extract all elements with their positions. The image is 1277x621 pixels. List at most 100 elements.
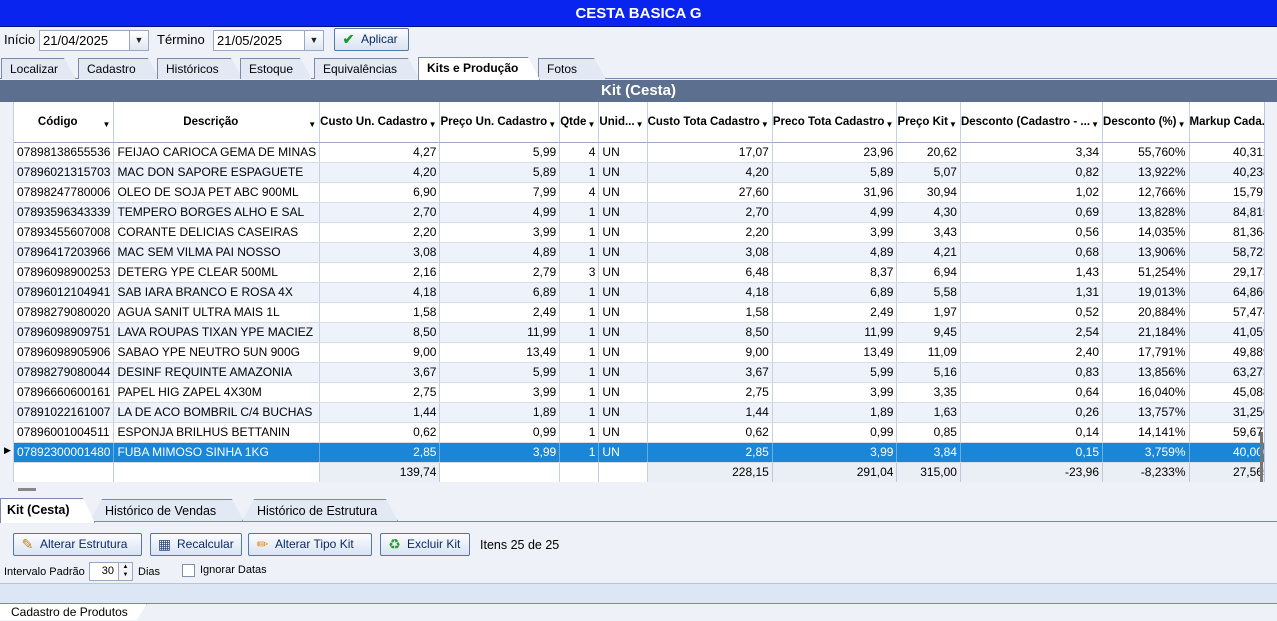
- cell-desconto[interactable]: 0,15: [960, 442, 1104, 463]
- chevron-down-icon[interactable]: ▼: [304, 31, 323, 50]
- cell-unid[interactable]: UN: [598, 342, 648, 363]
- table-row[interactable]: 07893455607008 CORANTE DELICIAS CASEIRAS 2…: [14, 222, 1264, 243]
- cell-custo-un[interactable]: 1,58: [319, 302, 441, 323]
- ignorar-datas-checkbox[interactable]: [182, 564, 195, 577]
- table-row[interactable]: 07898247780006 OLEO DE SOJA PET ABC 900ML…: [14, 182, 1264, 203]
- cell-codigo[interactable]: 07898279080044: [14, 362, 115, 383]
- tab-cadastro-produtos[interactable]: Cadastro de Produtos: [0, 604, 147, 620]
- cell-desconto[interactable]: 0,83: [960, 362, 1104, 383]
- cell-unid[interactable]: UN: [598, 422, 648, 443]
- tab-kit-cesta[interactable]: Kit (Cesta): [0, 498, 95, 523]
- cell-desconto-pct[interactable]: 14,141%: [1102, 422, 1190, 443]
- cell-custo-un[interactable]: 6,90: [319, 182, 441, 203]
- cell-preco-kit[interactable]: 11,09: [896, 342, 961, 363]
- horizontal-scrollbar[interactable]: [0, 482, 1265, 496]
- cell-markup-cadastro[interactable]: 63,273%: [1189, 362, 1264, 383]
- alterar-tipo-kit-button[interactable]: ✏ Alterar Tipo Kit: [248, 533, 372, 556]
- cell-qtde[interactable]: 1: [559, 342, 600, 363]
- vertical-scroll-thumb[interactable]: [1260, 432, 1263, 482]
- cell-qtde[interactable]: 1: [559, 222, 600, 243]
- cell-preco-kit[interactable]: 20,62: [896, 142, 961, 163]
- cell-desconto-pct[interactable]: 19,013%: [1102, 282, 1190, 303]
- aplicar-button[interactable]: ✔ Aplicar: [334, 28, 409, 51]
- cell-unid[interactable]: UN: [598, 322, 648, 343]
- cell-custo-un[interactable]: 2,70: [319, 202, 441, 223]
- table-row[interactable]: 07896001004511 ESPONJA BRILHUS BETTANIN 0,…: [14, 422, 1264, 443]
- cell-desconto[interactable]: 2,40: [960, 342, 1104, 363]
- cell-qtde[interactable]: 4: [559, 142, 600, 163]
- cell-desconto-pct[interactable]: 14,035%: [1102, 222, 1190, 243]
- table-row[interactable]: 07891022161007 LA DE ACO BOMBRIL C/4 BUCH…: [14, 402, 1264, 423]
- cell-preco-un[interactable]: 1,89: [439, 402, 561, 423]
- cell-unid[interactable]: UN: [598, 382, 648, 403]
- column-header-qtde[interactable]: Qtde ▼: [559, 102, 600, 143]
- cell-codigo[interactable]: 07896098909751: [14, 322, 115, 343]
- cell-preco-un[interactable]: 5,99: [439, 142, 561, 163]
- cell-preco-total[interactable]: 8,37: [772, 262, 898, 283]
- cell-markup-cadastro[interactable]: 84,815%: [1189, 202, 1264, 223]
- chevron-down-icon[interactable]: ▼: [129, 31, 148, 50]
- sort-arrow-icon[interactable]: ▼: [429, 118, 437, 132]
- cell-markup-cadastro[interactable]: 40,238%: [1189, 162, 1264, 183]
- cell-custo-un[interactable]: 2,16: [319, 262, 441, 283]
- cell-unid[interactable]: UN: [598, 362, 648, 383]
- cell-desconto[interactable]: 0,26: [960, 402, 1104, 423]
- cell-preco-total[interactable]: 31,96: [772, 182, 898, 203]
- cell-preco-un[interactable]: 4,89: [439, 242, 561, 263]
- cell-descricao[interactable]: FUBA MIMOSO SINHA 1KG: [113, 442, 321, 463]
- cell-codigo[interactable]: 07893596343339: [14, 202, 115, 223]
- cell-unid[interactable]: UN: [598, 242, 648, 263]
- inicio-date-field[interactable]: 21/04/2025 ▼: [39, 30, 149, 51]
- cell-markup-cadastro[interactable]: 40,312%: [1189, 142, 1264, 163]
- cell-preco-total[interactable]: 0,99: [772, 422, 898, 443]
- column-header-codigo[interactable]: Código ▼: [14, 102, 115, 143]
- cell-unid[interactable]: UN: [598, 142, 648, 163]
- cell-descricao[interactable]: TEMPERO BORGES ALHO E SAL: [113, 202, 321, 223]
- cell-descricao[interactable]: MAC DON SAPORE ESPAGUETE: [113, 162, 321, 183]
- cell-desconto-pct[interactable]: 17,791%: [1102, 342, 1190, 363]
- kit-grid[interactable]: ▶ Código ▼ Descrição ▼ Custo Un. Cadastro ▼ Pr…: [0, 102, 1265, 482]
- cell-markup-cadastro[interactable]: 15,797%: [1189, 182, 1264, 203]
- cell-custo-total[interactable]: 3,67: [647, 362, 773, 383]
- cell-codigo[interactable]: 07898279080020: [14, 302, 115, 323]
- cell-qtde[interactable]: 1: [559, 442, 600, 463]
- cell-custo-total[interactable]: 4,20: [647, 162, 773, 183]
- column-header-desconto[interactable]: Desconto (Cadastro - ... ▼: [960, 102, 1104, 143]
- tab-historico-vendas[interactable]: Histórico de Vendas: [90, 499, 244, 521]
- cell-descricao[interactable]: CORANTE DELICIAS CASEIRAS: [113, 222, 321, 243]
- cell-qtde[interactable]: 1: [559, 282, 600, 303]
- cell-custo-total[interactable]: 9,00: [647, 342, 773, 363]
- cell-desconto[interactable]: 1,31: [960, 282, 1104, 303]
- cell-unid[interactable]: UN: [598, 302, 648, 323]
- cell-preco-total[interactable]: 5,89: [772, 162, 898, 183]
- cell-preco-un[interactable]: 2,79: [439, 262, 561, 283]
- sort-arrow-icon[interactable]: ▼: [949, 118, 957, 132]
- cell-desconto-pct[interactable]: 13,922%: [1102, 162, 1190, 183]
- column-header-preco-un[interactable]: Preço Un. Cadastro ▼: [439, 102, 561, 143]
- cell-desconto-pct[interactable]: 51,254%: [1102, 262, 1190, 283]
- cell-codigo[interactable]: 07896660600161: [14, 382, 115, 403]
- table-row[interactable]: 07896098900253 DETERG YPE CLEAR 500ML 2,16…: [14, 262, 1264, 283]
- cell-custo-un[interactable]: 8,50: [319, 322, 441, 343]
- cell-markup-cadastro[interactable]: 58,723%: [1189, 242, 1264, 263]
- cell-markup-cadastro[interactable]: 81,364%: [1189, 222, 1264, 243]
- cell-custo-total[interactable]: 2,70: [647, 202, 773, 223]
- cell-codigo[interactable]: 07898138655536: [14, 142, 115, 163]
- cell-custo-total[interactable]: 1,58: [647, 302, 773, 323]
- sort-arrow-icon[interactable]: ▼: [761, 118, 769, 132]
- cell-custo-total[interactable]: 3,08: [647, 242, 773, 263]
- cell-preco-kit[interactable]: 1,63: [896, 402, 961, 423]
- cell-desconto[interactable]: 0,68: [960, 242, 1104, 263]
- cell-codigo[interactable]: 07896098905906: [14, 342, 115, 363]
- cell-descricao[interactable]: LAVA ROUPAS TIXAN YPE MACIEZ: [113, 322, 321, 343]
- cell-preco-kit[interactable]: 3,84: [896, 442, 961, 463]
- cell-preco-total[interactable]: 3,99: [772, 442, 898, 463]
- cell-desconto-pct[interactable]: 13,856%: [1102, 362, 1190, 383]
- table-row[interactable]: 07896660600161 PAPEL HIG ZAPEL 4X30M 2,75 3…: [14, 382, 1264, 403]
- table-row[interactable]: 07896098909751 LAVA ROUPAS TIXAN YPE MACI…: [14, 322, 1264, 343]
- cell-descricao[interactable]: SABAO YPE NEUTRO 5UN 900G: [113, 342, 321, 363]
- cell-custo-total[interactable]: 2,20: [647, 222, 773, 243]
- cell-descricao[interactable]: OLEO DE SOJA PET ABC 900ML: [113, 182, 321, 203]
- vertical-scrollbar[interactable]: [1256, 102, 1264, 482]
- table-row[interactable]: 07898279080020 AGUA SANIT ULTRA MAIS 1L 1,…: [14, 302, 1264, 323]
